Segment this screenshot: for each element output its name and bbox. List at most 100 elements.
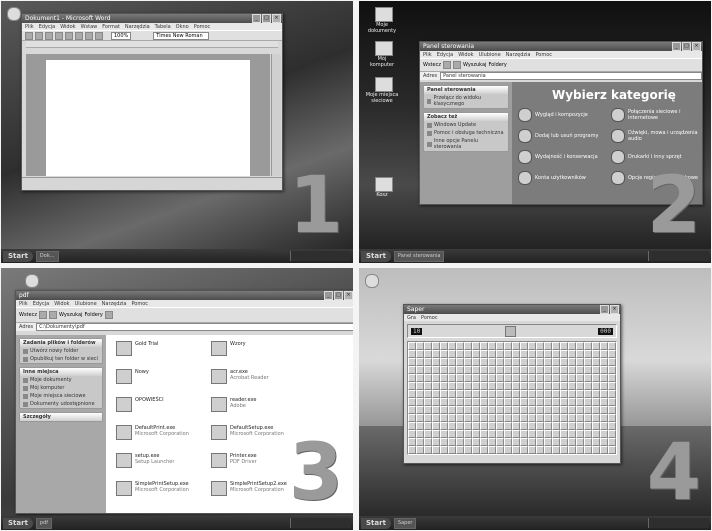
mine-cell[interactable]: [608, 366, 616, 374]
mine-cell[interactable]: [528, 446, 536, 454]
mine-cell[interactable]: [504, 398, 512, 406]
mine-cell[interactable]: [424, 350, 432, 358]
mine-cell[interactable]: [488, 438, 496, 446]
mine-cell[interactable]: [536, 390, 544, 398]
mine-cell[interactable]: [440, 422, 448, 430]
mine-cell[interactable]: [496, 414, 504, 422]
mine-cell[interactable]: [472, 406, 480, 414]
mine-cell[interactable]: [560, 446, 568, 454]
mine-cell[interactable]: [448, 374, 456, 382]
print-icon[interactable]: [55, 31, 63, 40]
mine-cell[interactable]: [600, 398, 608, 406]
desktop-icon[interactable]: [7, 7, 21, 21]
mine-cell[interactable]: [552, 422, 560, 430]
mine-cell[interactable]: [488, 390, 496, 398]
taskbar-button[interactable]: Panel sterowania: [393, 250, 445, 262]
mine-cell[interactable]: [552, 366, 560, 374]
mine-cell[interactable]: [600, 430, 608, 438]
mine-cell[interactable]: [576, 398, 584, 406]
taskbar-button[interactable]: Dok...: [35, 250, 59, 262]
mine-cell[interactable]: [448, 422, 456, 430]
mine-cell[interactable]: [544, 390, 552, 398]
mine-cell[interactable]: [504, 390, 512, 398]
mine-cell[interactable]: [456, 446, 464, 454]
mine-cell[interactable]: [496, 422, 504, 430]
mine-cell[interactable]: [480, 350, 488, 358]
mine-cell[interactable]: [528, 342, 536, 350]
mine-cell[interactable]: [472, 430, 480, 438]
mine-cell[interactable]: [440, 414, 448, 422]
mine-cell[interactable]: [600, 374, 608, 382]
desktop-icon[interactable]: [25, 274, 39, 288]
mine-cell[interactable]: [536, 422, 544, 430]
mine-cell[interactable]: [464, 382, 472, 390]
menu-item[interactable]: Tabela: [155, 24, 171, 30]
mine-cell[interactable]: [416, 350, 424, 358]
mine-cell[interactable]: [512, 350, 520, 358]
mine-cell[interactable]: [416, 414, 424, 422]
switch-classic-link[interactable]: Przełącz do widoku klasycznego: [424, 94, 508, 108]
mine-cell[interactable]: [464, 374, 472, 382]
mine-cell[interactable]: [536, 366, 544, 374]
mine-cell[interactable]: [416, 390, 424, 398]
mine-cell[interactable]: [576, 382, 584, 390]
mine-cell[interactable]: [480, 358, 488, 366]
mine-cell[interactable]: [472, 342, 480, 350]
mine-cell[interactable]: [496, 350, 504, 358]
mine-cell[interactable]: [568, 374, 576, 382]
mine-cell[interactable]: [440, 430, 448, 438]
mine-cell[interactable]: [600, 446, 608, 454]
mine-cell[interactable]: [576, 390, 584, 398]
mine-cell[interactable]: [512, 446, 520, 454]
up-icon[interactable]: [48, 311, 57, 319]
mine-cell[interactable]: [488, 342, 496, 350]
document-page[interactable]: [46, 60, 250, 176]
category-link[interactable]: Dźwięki, mowa i urządzenia audio: [611, 129, 698, 143]
mine-cell[interactable]: [416, 446, 424, 454]
mine-cell[interactable]: [480, 414, 488, 422]
mine-cell[interactable]: [608, 406, 616, 414]
mine-cell[interactable]: [592, 430, 600, 438]
mine-cell[interactable]: [520, 390, 528, 398]
menu-item[interactable]: Widok: [54, 301, 69, 307]
mine-cell[interactable]: [552, 398, 560, 406]
mine-cell[interactable]: [520, 398, 528, 406]
mine-cell[interactable]: [472, 358, 480, 366]
mine-cell[interactable]: [528, 390, 536, 398]
mine-cell[interactable]: [440, 398, 448, 406]
mine-cell[interactable]: [448, 438, 456, 446]
mine-cell[interactable]: [496, 398, 504, 406]
mine-cell[interactable]: [504, 358, 512, 366]
mine-cell[interactable]: [424, 446, 432, 454]
mine-cell[interactable]: [440, 446, 448, 454]
mine-cell[interactable]: [432, 350, 440, 358]
search-button[interactable]: Wyszukaj: [463, 62, 486, 68]
mine-cell[interactable]: [560, 366, 568, 374]
mine-cell[interactable]: [568, 382, 576, 390]
folders-button[interactable]: Foldery: [84, 312, 102, 318]
task-link[interactable]: Utwórz nowy folder: [20, 347, 102, 355]
mine-cell[interactable]: [536, 430, 544, 438]
mine-cell[interactable]: [416, 422, 424, 430]
mine-cell[interactable]: [432, 430, 440, 438]
mine-cell[interactable]: [576, 430, 584, 438]
mine-cell[interactable]: [488, 382, 496, 390]
mine-cell[interactable]: [424, 398, 432, 406]
category-link[interactable]: Konta użytkowników: [518, 171, 605, 185]
mine-cell[interactable]: [608, 422, 616, 430]
mine-cell[interactable]: [536, 398, 544, 406]
menu-item[interactable]: Pomoc: [131, 301, 148, 307]
mine-cell[interactable]: [568, 438, 576, 446]
mine-cell[interactable]: [528, 398, 536, 406]
mine-cell[interactable]: [560, 430, 568, 438]
mine-cell[interactable]: [512, 374, 520, 382]
mine-cell[interactable]: [408, 398, 416, 406]
menu-item[interactable]: Okno: [176, 24, 189, 30]
mine-cell[interactable]: [448, 398, 456, 406]
mine-cell[interactable]: [448, 366, 456, 374]
mine-cell[interactable]: [424, 438, 432, 446]
mine-cell[interactable]: [568, 390, 576, 398]
mine-cell[interactable]: [496, 438, 504, 446]
mine-cell[interactable]: [408, 342, 416, 350]
mine-cell[interactable]: [552, 350, 560, 358]
